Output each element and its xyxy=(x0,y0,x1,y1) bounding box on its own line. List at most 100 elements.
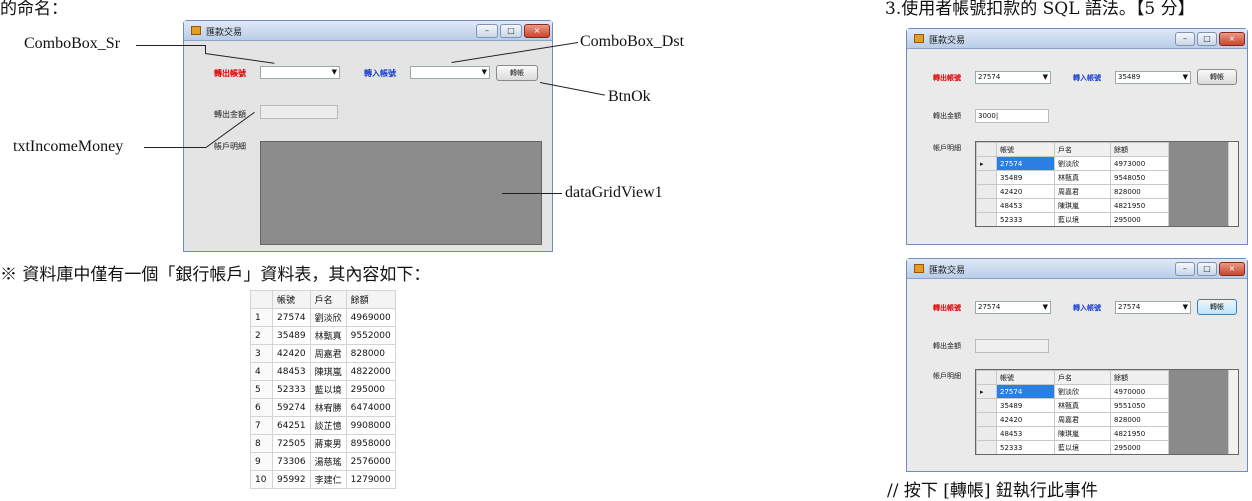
minimize-icon[interactable]: – xyxy=(476,24,498,38)
table-cell: 劉淡欣 xyxy=(309,308,347,327)
row-header-corner xyxy=(976,370,997,385)
combobox-src[interactable]: ▼ xyxy=(260,66,340,79)
grid-cell[interactable]: 27574 xyxy=(996,156,1055,171)
table-cell: 48453 xyxy=(272,362,311,381)
grid-cell[interactable]: 27574 xyxy=(996,384,1055,399)
grid-cell[interactable]: 52333 xyxy=(996,440,1055,454)
grid-cell[interactable]: 周嘉君 xyxy=(1054,184,1111,199)
vertical-scrollbar[interactable] xyxy=(1228,142,1238,226)
combobox-src[interactable]: 27574 ▼ xyxy=(975,301,1051,314)
grid-cell[interactable]: 42420 xyxy=(996,184,1055,199)
grid-cell[interactable]: 52333 xyxy=(996,212,1055,226)
grid-cell[interactable]: 828000 xyxy=(1110,184,1169,199)
table-cell: 95992 xyxy=(272,470,311,489)
combobox-dst[interactable]: 27574 ▼ xyxy=(1115,301,1191,314)
maximize-icon[interactable]: □ xyxy=(1197,262,1217,276)
amount-input[interactable] xyxy=(260,105,338,119)
data-grid-view[interactable]: 帳號 戶名 餘額 ▸ 27574 劉淡欣 4973000 35489 林甄真 9548050… xyxy=(975,141,1239,227)
vertical-scrollbar[interactable] xyxy=(1228,370,1238,454)
row-header-cell[interactable] xyxy=(976,398,997,413)
grid-cell[interactable]: 35489 xyxy=(996,398,1055,413)
col-header: 戶名 xyxy=(1054,370,1111,385)
row-header-cell[interactable] xyxy=(976,426,997,441)
table-row: 9 73306 湯慈瑤 2576000 xyxy=(250,452,396,471)
table-cell: 2576000 xyxy=(345,452,396,471)
grid-cell[interactable]: 林甄真 xyxy=(1054,170,1111,185)
grid-cell[interactable]: 劉淡欣 xyxy=(1054,384,1111,399)
grid-cell[interactable]: 藍以境 xyxy=(1054,212,1111,226)
table-cell: 59274 xyxy=(272,398,311,417)
grid-cell[interactable]: 295000 xyxy=(1110,212,1169,226)
combobox-dst[interactable]: 35489 ▼ xyxy=(1115,71,1191,84)
grid-cell[interactable]: 9551050 xyxy=(1110,398,1169,413)
transfer-button[interactable]: 轉帳 xyxy=(1197,299,1237,315)
grid-row[interactable]: 42420 周嘉君 828000 xyxy=(976,184,1169,199)
grid-row[interactable]: 48453 陳琪嵐 4821950 xyxy=(976,426,1169,441)
table-cell: 73306 xyxy=(272,452,311,471)
row-header-cell[interactable] xyxy=(976,184,997,199)
form-client: 轉出帳號 27574 ▼ 轉入帳號 27574 ▼ 轉帳 轉出金額 帳戶明細 帳號 … xyxy=(907,279,1247,471)
grid-cell[interactable]: 4970000 xyxy=(1110,384,1169,399)
grid-cell[interactable]: 陳琪嵐 xyxy=(1054,198,1111,213)
row-header-cell[interactable] xyxy=(976,412,997,427)
grid-row[interactable]: 52333 藍以境 295000 xyxy=(976,440,1169,454)
grid-cell[interactable]: 35489 xyxy=(996,170,1055,185)
maximize-icon[interactable]: □ xyxy=(1197,32,1217,46)
data-grid-view[interactable] xyxy=(260,141,542,245)
grid-cell[interactable]: 藍以境 xyxy=(1054,440,1111,454)
grid-row[interactable]: 48453 陳琪嵐 4821950 xyxy=(976,198,1169,213)
amount-input[interactable] xyxy=(975,339,1049,353)
table-cell: 蔣東男 xyxy=(309,434,347,453)
leader-line xyxy=(136,45,206,46)
detail-label: 帳戶明細 xyxy=(933,372,961,380)
bank-account-table: 帳號 戶名 餘額 1 27574 劉淡欣 4969000 2 35489 林甄真 955200… xyxy=(250,290,396,489)
grid-cell[interactable]: 48453 xyxy=(996,198,1055,213)
grid-row[interactable]: ▸ 27574 劉淡欣 4973000 xyxy=(976,156,1169,171)
grid-row[interactable]: ▸ 27574 劉淡欣 4970000 xyxy=(976,384,1169,399)
grid-row[interactable]: 35489 林甄真 9551050 xyxy=(976,398,1169,413)
grid-cell[interactable]: 4973000 xyxy=(1110,156,1169,171)
row-header-cell[interactable] xyxy=(976,198,997,213)
grid-cell[interactable]: 周嘉君 xyxy=(1054,412,1111,427)
grid-cell[interactable]: 4821950 xyxy=(1110,426,1169,441)
row-number-cell: 2 xyxy=(250,326,273,345)
grid-row[interactable]: 42420 周嘉君 828000 xyxy=(976,412,1169,427)
grid-cell[interactable]: 4821950 xyxy=(1110,198,1169,213)
table-row: 3 42420 周嘉君 828000 xyxy=(250,344,396,363)
transfer-button[interactable]: 轉帳 xyxy=(1197,69,1237,85)
current-row-arrow-icon[interactable]: ▸ xyxy=(976,384,997,399)
grid-cell[interactable]: 828000 xyxy=(1110,412,1169,427)
grid-cell[interactable]: 295000 xyxy=(1110,440,1169,454)
minimize-icon[interactable]: – xyxy=(1175,32,1195,46)
minimize-icon[interactable]: – xyxy=(1175,262,1195,276)
row-header-cell[interactable] xyxy=(976,440,997,454)
table-cell: 湯慈瑤 xyxy=(309,452,347,471)
combobox-src[interactable]: 27574 ▼ xyxy=(975,71,1051,84)
close-icon[interactable]: × xyxy=(524,24,550,38)
transfer-button[interactable]: 轉帳 xyxy=(496,65,538,81)
grid-row[interactable]: 52333 藍以境 295000 xyxy=(976,212,1169,226)
combobox-dst[interactable]: ▼ xyxy=(410,66,490,79)
close-icon[interactable]: × xyxy=(1219,262,1245,276)
maximize-icon[interactable]: □ xyxy=(500,24,522,38)
grid-cell[interactable]: 48453 xyxy=(996,426,1055,441)
grid-cell[interactable]: 林甄真 xyxy=(1054,398,1111,413)
data-grid-view[interactable]: 帳號 戶名 餘額 ▸ 27574 劉淡欣 4970000 35489 林甄真 9551050… xyxy=(975,369,1239,455)
row-number-cell: 9 xyxy=(250,452,273,471)
grid-cell[interactable]: 劉淡欣 xyxy=(1054,156,1111,171)
close-icon[interactable]: × xyxy=(1219,32,1245,46)
grid-cell[interactable]: 陳琪嵐 xyxy=(1054,426,1111,441)
row-number-cell: 1 xyxy=(250,308,273,327)
grid-cell[interactable]: 9548050 xyxy=(1110,170,1169,185)
grid-row[interactable]: 35489 林甄真 9548050 xyxy=(976,170,1169,185)
current-row-arrow-icon[interactable]: ▸ xyxy=(976,156,997,171)
col-header: 餘額 xyxy=(345,290,396,309)
table-header-row: 帳號 戶名 餘額 xyxy=(250,290,396,309)
grid-cell[interactable]: 42420 xyxy=(996,412,1055,427)
row-header-cell[interactable] xyxy=(976,170,997,185)
table-cell: 9908000 xyxy=(345,416,396,435)
row-number-cell: 3 xyxy=(250,344,273,363)
amount-label: 轉出金額 xyxy=(214,110,246,119)
row-header-cell[interactable] xyxy=(976,212,997,226)
amount-input[interactable]: 3000| xyxy=(975,109,1049,123)
